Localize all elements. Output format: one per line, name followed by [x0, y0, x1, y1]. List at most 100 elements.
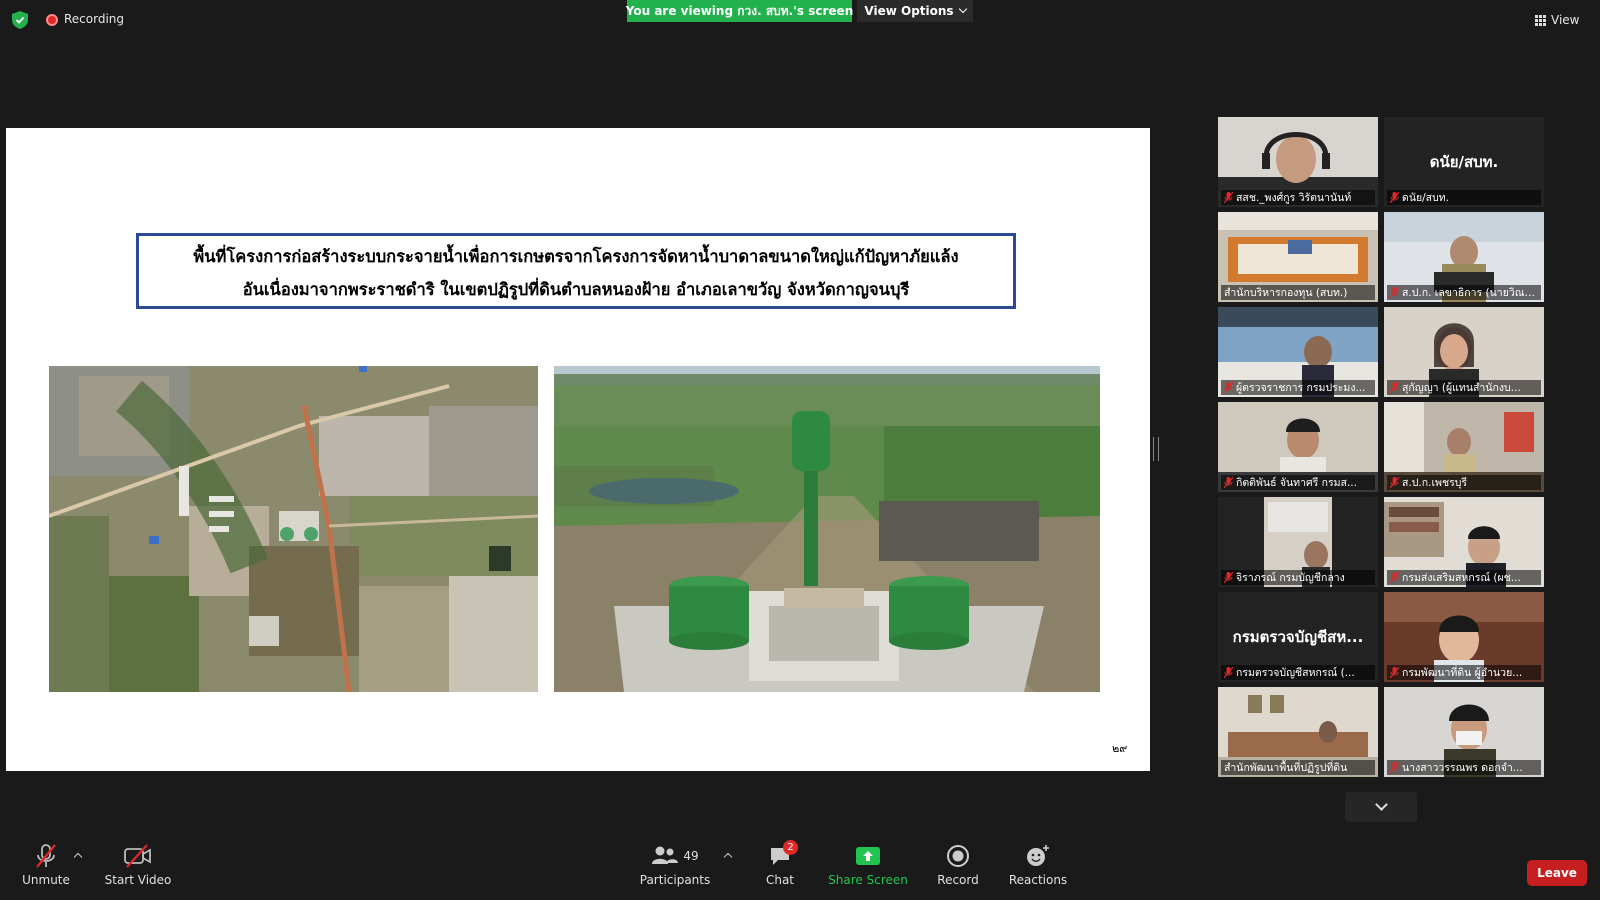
- audio-options-caret[interactable]: [73, 852, 83, 862]
- participant-name: ส.ป.ก.เพชรบุรี: [1402, 477, 1468, 489]
- participants-icon: 49: [651, 842, 699, 870]
- muted-mic-icon: [1224, 572, 1233, 583]
- reactions-button[interactable]: Reactions: [1009, 842, 1067, 887]
- recording-icon: [46, 14, 58, 26]
- participant-tile[interactable]: นางสาววรรณพร ดอกจำ...: [1384, 687, 1544, 777]
- participant-name: กรมส่งเสริมสหกรณ์ (ผช...: [1402, 572, 1521, 584]
- participant-namebar: ผู้ตรวจราชการ กรมประมง...: [1221, 380, 1375, 395]
- muted-mic-icon: [1224, 382, 1233, 393]
- participants-button[interactable]: 49 Participants: [640, 842, 710, 887]
- participant-name: สุกัญญา (ผู้แทนสำนักงบ...: [1402, 382, 1521, 394]
- participant-tile[interactable]: สุกัญญา (ผู้แทนสำนักงบ...: [1384, 307, 1544, 397]
- participant-namebar: กรมพัฒนาที่ดิน ผู้อำนวย...: [1387, 665, 1541, 680]
- muted-mic-icon: [1390, 762, 1399, 773]
- view-button[interactable]: View: [1535, 10, 1579, 30]
- start-video-button[interactable]: Start Video: [104, 842, 172, 887]
- participant-name: ผู้ตรวจราชการ กรมประมง...: [1236, 382, 1366, 394]
- participant-name: กรมพัฒนาที่ดิน ผู้อำนวย...: [1402, 667, 1523, 679]
- share-screen-button[interactable]: Share Screen: [828, 842, 908, 887]
- participant-namebar: ส.ป.ก. เลขาธิการ (นายวิณะโ...: [1387, 285, 1541, 300]
- participants-count: 49: [683, 849, 699, 863]
- muted-mic-icon: [1224, 477, 1233, 488]
- record-icon: [946, 842, 970, 870]
- participant-tile[interactable]: จิราภรณ์ กรมบัญชีกลาง: [1218, 497, 1378, 587]
- view-options-button[interactable]: View Options: [857, 0, 973, 22]
- participant-name: สสช._พงศ์กูร วิรัตนานันท์: [1236, 192, 1352, 204]
- chat-icon: 2: [768, 840, 798, 870]
- participant-name: นางสาววรรณพร ดอกจำ...: [1402, 762, 1523, 774]
- slide-title-line-1: พื้นที่โครงการก่อสร้างระบบกระจายน้ำเพื่อ…: [193, 247, 959, 266]
- participant-tile[interactable]: กรมส่งเสริมสหกรณ์ (ผช...: [1384, 497, 1544, 587]
- meeting-window: Recording You are viewing กวง. สบท.'s sc…: [0, 0, 1600, 900]
- reactions-smiley-icon: [1025, 842, 1051, 870]
- water-tower-photo: [554, 366, 1100, 692]
- participants-options-caret[interactable]: [723, 852, 733, 862]
- unmute-label: Unmute: [22, 873, 70, 887]
- participant-namebar: นางสาววรรณพร ดอกจำ...: [1387, 760, 1541, 775]
- slide-title: พื้นที่โครงการก่อสร้างระบบกระจายน้ำเพื่อ…: [136, 233, 1016, 309]
- record-label: Record: [937, 873, 979, 887]
- share-screen-icon: [855, 842, 881, 870]
- chat-label: Chat: [765, 873, 795, 887]
- muted-mic-icon: [1390, 477, 1399, 488]
- participant-namebar: สำนักพัฒนาพื้นที่ปฏิรูปที่ดิน: [1221, 760, 1375, 775]
- muted-mic-icon: [1390, 572, 1399, 583]
- meeting-toolbar: Unmute Start Video 49 Participants 2 Cha…: [0, 840, 1600, 900]
- muted-mic-icon: [1390, 382, 1399, 393]
- participant-tile[interactable]: กรมตรวจบัญชีสห... กรมตรวจบัญชีสหกรณ์ (..…: [1218, 592, 1378, 682]
- share-screen-label: Share Screen: [828, 873, 908, 887]
- participant-namebar: ดนัย/สบท.: [1387, 190, 1541, 205]
- participant-tile[interactable]: ส.ป.ก.เพชรบุรี: [1384, 402, 1544, 492]
- participant-namebar: กรมตรวจบัญชีสหกรณ์ (...: [1221, 665, 1375, 680]
- participant-tile[interactable]: กิตติพันธ์ จันทาศรี กรมส...: [1218, 402, 1378, 492]
- chat-button[interactable]: 2 Chat: [762, 840, 798, 887]
- participant-namebar: ส.ป.ก.เพชรบุรี: [1387, 475, 1541, 490]
- participant-display-name: ดนัย/สบท.: [1429, 153, 1499, 171]
- chevron-down-icon: [1374, 798, 1388, 811]
- view-label: View: [1551, 13, 1580, 27]
- muted-mic-icon: [1224, 667, 1233, 678]
- participant-tile[interactable]: ผู้ตรวจราชการ กรมประมง...: [1218, 307, 1378, 397]
- participant-name: ส.ป.ก. เลขาธิการ (นายวิณะโ...: [1402, 287, 1538, 299]
- chat-unread-badge: 2: [783, 840, 798, 855]
- security-shield-icon[interactable]: [12, 11, 28, 29]
- viewing-screen-banner: You are viewing กวง. สบท.'s screen: [626, 0, 853, 22]
- gallery-resize-handle[interactable]: [1153, 437, 1159, 461]
- top-bar: Recording You are viewing กวง. สบท.'s sc…: [0, 0, 1600, 40]
- record-button[interactable]: Record: [933, 842, 983, 887]
- muted-mic-icon: [1390, 287, 1399, 298]
- recording-label[interactable]: Recording: [64, 12, 124, 26]
- participant-name: สำนักบริหารกองทุน (สบท.): [1224, 287, 1348, 299]
- participant-namebar: กิตติพันธ์ จันทาศรี กรมส...: [1221, 475, 1375, 490]
- participant-tile[interactable]: สำนักพัฒนาพื้นที่ปฏิรูปที่ดิน: [1218, 687, 1378, 777]
- muted-mic-icon: [1390, 667, 1399, 678]
- aerial-photo: [49, 366, 538, 692]
- unmute-button[interactable]: Unmute: [22, 842, 70, 887]
- participant-name: สำนักพัฒนาพื้นที่ปฏิรูปที่ดิน: [1224, 762, 1348, 774]
- participant-namebar: สสช._พงศ์กูร วิรัตนานันท์: [1221, 190, 1375, 205]
- grid-view-icon: [1535, 14, 1546, 26]
- participants-label: Participants: [639, 873, 711, 887]
- chevron-down-icon: [958, 4, 967, 14]
- participant-namebar: จิราภรณ์ กรมบัญชีกลาง: [1221, 570, 1375, 585]
- participant-tile[interactable]: ดนัย/สบท. ดนัย/สบท.: [1384, 117, 1544, 207]
- shared-screen-slide: พื้นที่โครงการก่อสร้างระบบกระจายน้ำเพื่อ…: [6, 128, 1150, 771]
- participant-tile[interactable]: สสช._พงศ์กูร วิรัตนานันท์: [1218, 117, 1378, 207]
- view-options-label: View Options: [864, 4, 954, 18]
- participant-namebar: กรมส่งเสริมสหกรณ์ (ผช...: [1387, 570, 1541, 585]
- leave-button[interactable]: Leave: [1527, 860, 1587, 886]
- muted-mic-icon: [1224, 192, 1233, 203]
- participant-name: ดนัย/สบท.: [1402, 192, 1450, 204]
- start-video-label: Start Video: [104, 873, 172, 887]
- gallery-next-page-button[interactable]: [1345, 792, 1417, 822]
- participant-namebar: สำนักบริหารกองทุน (สบท.): [1221, 285, 1375, 300]
- slide-title-line-2: อันเนื่องมาจากพระราชดำริ ในเขตปฏิรูปที่ด…: [242, 280, 910, 299]
- participant-tile-active-speaker[interactable]: สำนักบริหารกองทุน (สบท.): [1218, 212, 1378, 302]
- mic-off-icon: [33, 842, 59, 870]
- slide-page-number: ๒๙: [1112, 742, 1128, 755]
- participant-namebar: สุกัญญา (ผู้แทนสำนักงบ...: [1387, 380, 1541, 395]
- participant-tile[interactable]: กรมพัฒนาที่ดิน ผู้อำนวย...: [1384, 592, 1544, 682]
- muted-mic-icon: [1390, 192, 1399, 203]
- reactions-label: Reactions: [1008, 873, 1068, 887]
- participant-tile[interactable]: ส.ป.ก. เลขาธิการ (นายวิณะโ...: [1384, 212, 1544, 302]
